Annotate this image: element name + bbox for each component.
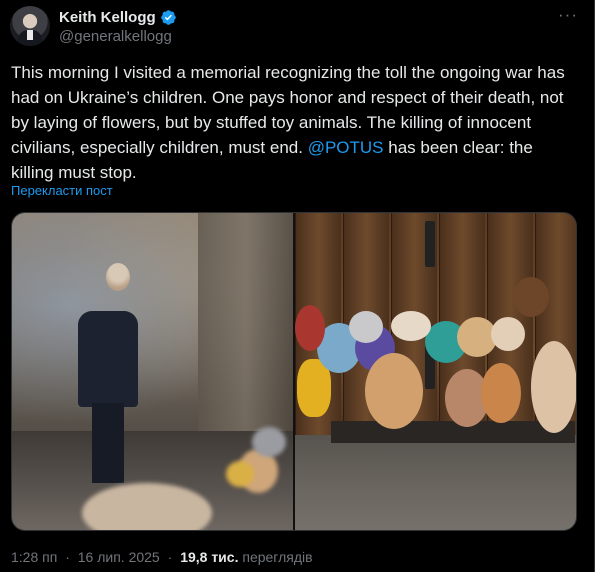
toy-teddy [481, 363, 521, 423]
photo-memorial-visit[interactable] [12, 213, 293, 530]
display-bench [331, 421, 575, 443]
media-gallery [11, 212, 577, 531]
man-figure [78, 287, 140, 487]
blurred-toy [226, 461, 254, 487]
door-hinge [425, 221, 435, 267]
toy-white-bear [391, 311, 431, 341]
avatar-shirt [27, 30, 33, 40]
dot-separator: · [167, 549, 173, 565]
verified-badge-icon [160, 10, 176, 25]
toy-red [295, 305, 325, 351]
display-name[interactable]: Keith Kellogg [59, 9, 156, 26]
post-date[interactable]: 16 лип. 2025 [78, 549, 160, 565]
toy-brown-bear [513, 277, 549, 317]
author-handle[interactable]: @generalkellogg [59, 28, 177, 45]
stone-arch [198, 213, 293, 443]
views-count: 19,8 тис. [180, 549, 239, 565]
tweet-post: Keith Kellogg @generalkellogg ··· This m… [0, 0, 595, 572]
post-header: Keith Kellogg @generalkellogg ··· [10, 6, 584, 48]
dot-separator: · [65, 549, 70, 565]
blurred-toy [252, 427, 286, 457]
stone-floor [295, 435, 576, 530]
post-time[interactable]: 1:28 пп [11, 549, 57, 565]
author-names: Keith Kellogg @generalkellogg [59, 8, 177, 45]
ellipsis-icon[interactable]: ··· [556, 6, 580, 28]
toy-teddy [365, 353, 423, 429]
display-name-row: Keith Kellogg [59, 8, 177, 27]
toy-white-bear [491, 317, 525, 351]
photo-stuffed-toys[interactable] [295, 213, 576, 530]
views-label: переглядів [242, 549, 313, 565]
man-legs [92, 403, 124, 483]
post-meta: 1:28 пп · 16 лип. 2025 · 19,8 тис. перег… [11, 549, 313, 565]
mention-link[interactable]: @POTUS [308, 138, 384, 157]
translate-post-link[interactable]: Перекласти пост [11, 183, 113, 198]
toy-grey-cat [349, 311, 383, 343]
man-head [106, 263, 130, 291]
toy-cream-bear [531, 341, 576, 433]
post-text: This morning I visited a memorial recogn… [11, 60, 571, 185]
man-jacket [78, 311, 138, 407]
avatar[interactable] [10, 6, 50, 46]
